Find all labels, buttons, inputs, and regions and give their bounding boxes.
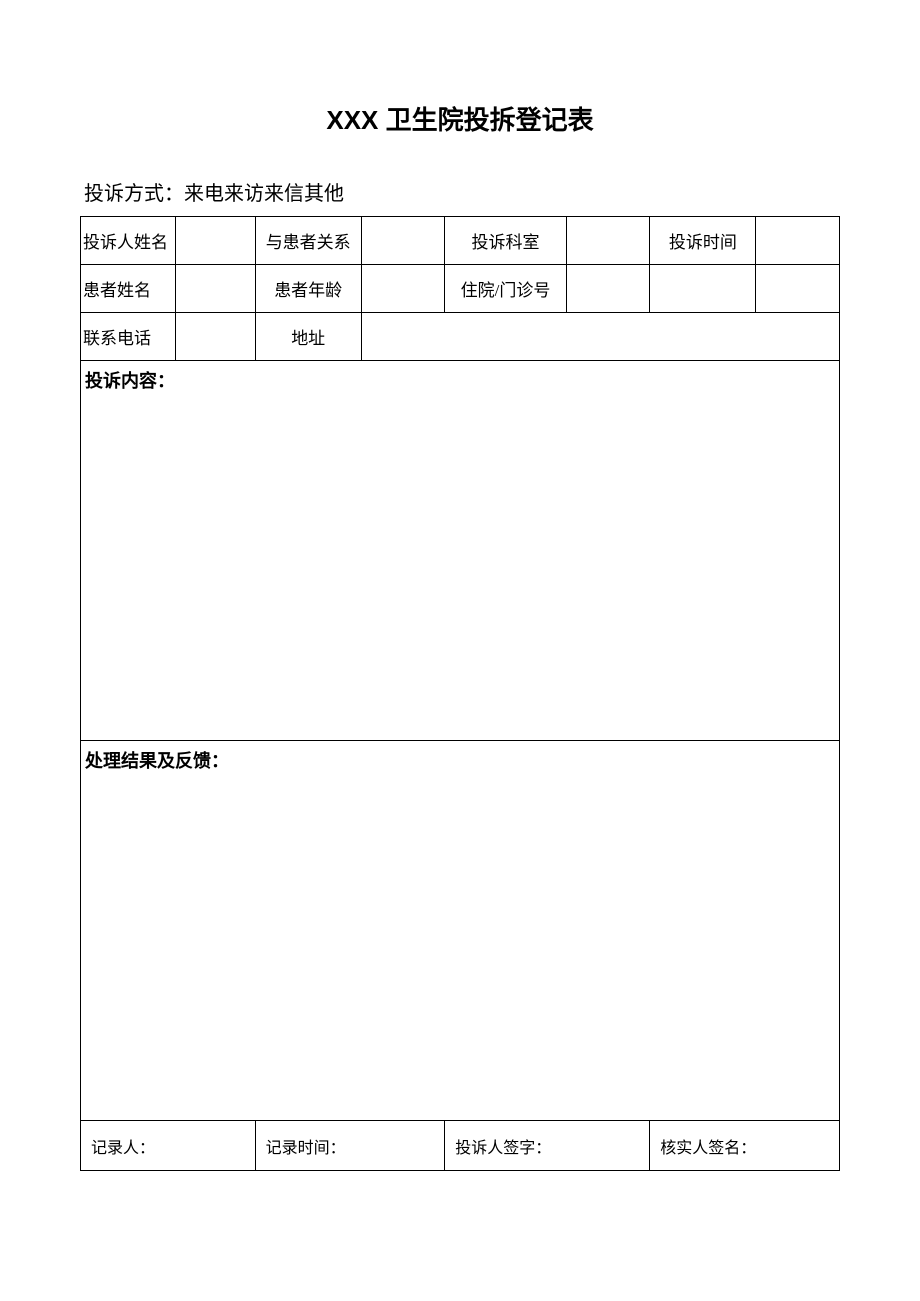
label-department: 投诉科室 xyxy=(445,217,566,265)
label-record-time: 记录时间： xyxy=(266,1140,346,1157)
label-address: 地址 xyxy=(255,313,361,361)
value-inpatient-no[interactable] xyxy=(566,265,649,313)
row-result: 处理结果及反馈： xyxy=(81,741,840,1121)
footer-recorder[interactable]: 记录人： xyxy=(81,1121,256,1171)
label-complaint-time: 投诉时间 xyxy=(650,217,756,265)
result-cell[interactable]: 处理结果及反馈： xyxy=(81,741,840,1121)
registration-table: 投诉人姓名 与患者关系 投诉科室 投诉时间 患者姓名 患者年龄 住院/门诊号 联… xyxy=(80,216,840,1171)
row-1: 投诉人姓名 与患者关系 投诉科室 投诉时间 xyxy=(81,217,840,265)
label-complainant-sign: 投诉人签字： xyxy=(455,1140,551,1157)
label-phone: 联系电话 xyxy=(81,313,176,361)
complaint-content-cell[interactable]: 投诉内容： xyxy=(81,361,840,741)
complaint-method-line: 投诉方式：来电来访来信其他 xyxy=(80,177,840,206)
value-address[interactable] xyxy=(361,313,839,361)
footer-verifier-sign[interactable]: 核实人签名： xyxy=(650,1121,840,1171)
value-relation[interactable] xyxy=(361,217,444,265)
row-footer: 记录人： 记录时间： 投诉人签字： 核实人签名： xyxy=(81,1121,840,1171)
value-inpatient-extra2[interactable] xyxy=(756,265,840,313)
footer-complainant-sign[interactable]: 投诉人签字： xyxy=(445,1121,650,1171)
value-complaint-time[interactable] xyxy=(756,217,840,265)
label-recorder: 记录人： xyxy=(91,1140,155,1157)
row-2: 患者姓名 患者年龄 住院/门诊号 xyxy=(81,265,840,313)
page: XXX 卫生院投拆登记表 投诉方式：来电来访来信其他 投诉人姓名 与患者关系 投… xyxy=(0,0,920,1231)
footer-record-time[interactable]: 记录时间： xyxy=(255,1121,445,1171)
value-department[interactable] xyxy=(566,217,649,265)
row-3: 联系电话 地址 xyxy=(81,313,840,361)
row-content: 投诉内容： xyxy=(81,361,840,741)
value-phone[interactable] xyxy=(175,313,255,361)
value-patient-name[interactable] xyxy=(175,265,255,313)
label-complainant-name: 投诉人姓名 xyxy=(81,217,176,265)
value-patient-age[interactable] xyxy=(361,265,444,313)
label-inpatient-no: 住院/门诊号 xyxy=(445,265,566,313)
label-patient-age: 患者年龄 xyxy=(255,265,361,313)
value-complainant-name[interactable] xyxy=(175,217,255,265)
form-title: XXX 卫生院投拆登记表 xyxy=(80,100,840,137)
label-relation: 与患者关系 xyxy=(255,217,361,265)
label-content: 投诉内容： xyxy=(85,371,175,391)
value-inpatient-extra1[interactable] xyxy=(650,265,756,313)
label-verifier-sign: 核实人签名： xyxy=(660,1140,756,1157)
label-patient-name: 患者姓名 xyxy=(81,265,176,313)
label-result: 处理结果及反馈： xyxy=(85,751,229,771)
